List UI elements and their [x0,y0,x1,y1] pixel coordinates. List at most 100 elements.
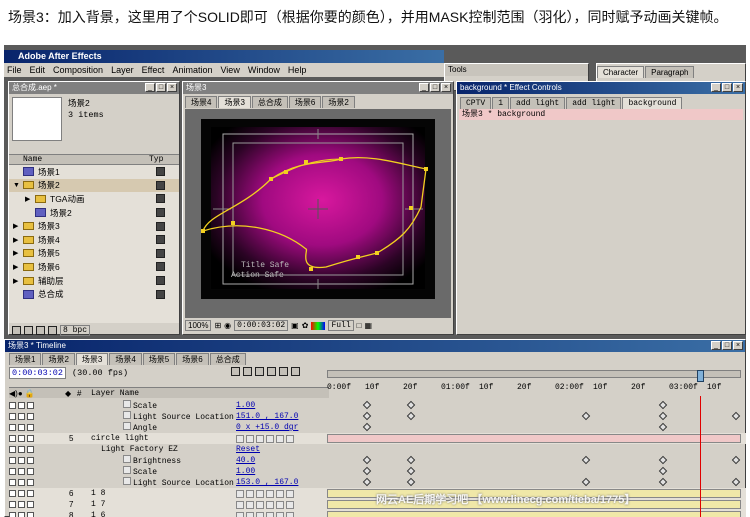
lock-icon[interactable] [27,457,34,464]
video-switch-icon[interactable] [18,479,25,486]
expand-icon[interactable]: ▶ [13,249,21,257]
expand-icon[interactable]: ▶ [13,222,21,230]
motion-blur-icon[interactable] [291,367,300,376]
layer-name[interactable]: Scale [91,466,236,477]
project-item[interactable]: ▶ TGA动画 [9,192,179,206]
project-item[interactable]: ▶ 场景3 [9,219,179,233]
timeline-property-row[interactable]: Scale 1.00 [9,466,746,477]
timeline-property-row[interactable]: Scale 1.00 [9,400,746,411]
keyframe-nav-icon[interactable] [9,512,16,517]
timeline-tab-3[interactable]: 场景4 [109,353,142,365]
close-icon[interactable]: × [733,341,743,350]
comp-marker-icon[interactable] [231,367,240,376]
video-switch-icon[interactable] [18,501,25,508]
av-switches[interactable] [9,479,69,486]
layer-name[interactable]: 1 8 [91,489,236,498]
lock-icon[interactable] [27,501,34,508]
property-value[interactable]: 153.0 , 167.0 [236,478,298,487]
menu-view[interactable]: View [220,63,239,77]
lock-icon[interactable] [27,512,34,517]
stopwatch-icon[interactable] [123,477,131,485]
comp-tab-4[interactable]: 场景2 [322,96,355,108]
av-switches[interactable] [9,446,69,453]
label-color-icon[interactable] [156,194,165,204]
layer-name[interactable]: 1 7 [91,500,236,509]
switch-icon[interactable] [276,500,284,509]
layer-name[interactable]: Angle [91,422,236,433]
switch-icon[interactable] [246,500,254,509]
switch-icon[interactable] [256,500,264,509]
av-switches[interactable] [9,402,69,409]
keyframe-nav-icon[interactable] [9,490,16,497]
switch-icon[interactable] [276,434,284,443]
switch-icon[interactable] [236,434,244,443]
av-switches[interactable] [9,413,69,420]
switch-icon[interactable] [286,500,294,509]
project-item[interactable]: 总合成 [9,287,179,301]
transparency-icon[interactable]: ▦ [364,321,372,330]
effect-layer-row[interactable]: 场景3 * background [459,109,743,120]
shy-icon[interactable] [267,367,276,376]
video-switch-icon[interactable] [18,435,25,442]
menu-window[interactable]: Window [248,63,280,77]
av-switches[interactable] [9,468,69,475]
comp-tab-2[interactable]: 总合成 [251,96,288,108]
video-switch-icon[interactable] [18,446,25,453]
minimize-icon[interactable]: _ [145,83,155,92]
menu-composition[interactable]: Composition [53,63,103,77]
col-layer-name[interactable]: Layer Name [91,389,139,398]
switches[interactable] [236,511,326,517]
video-switch-icon[interactable] [18,457,25,464]
region-icon[interactable]: □ [357,321,362,330]
col-type[interactable]: Typ [149,155,163,164]
switch-icon[interactable] [246,489,254,498]
channel-icon[interactable]: ✿ [302,321,309,330]
current-time-indicator[interactable] [697,370,704,382]
lock-icon[interactable] [27,435,34,442]
switch-icon[interactable] [266,434,274,443]
layer-name[interactable]: circle light [91,434,236,443]
project-item[interactable]: 场景1 [9,165,179,179]
keyframe-nav-icon[interactable] [9,501,16,508]
keyframe-nav-icon[interactable] [9,435,16,442]
menu-animation[interactable]: Animation [172,63,212,77]
timeline-property-row[interactable]: Angle 0 x +15.0 dgr [9,422,746,433]
maximize-icon[interactable]: □ [430,83,440,92]
video-switch-icon[interactable] [18,402,25,409]
minimize-icon[interactable]: _ [711,83,721,92]
layer-name[interactable]: Brightness [91,455,236,466]
expand-icon[interactable]: ▶ [13,277,21,285]
switch-icon[interactable] [246,511,254,517]
switches[interactable] [236,434,326,443]
switches[interactable] [236,500,326,509]
video-switch-icon[interactable] [18,512,25,517]
switches[interactable] [236,489,326,498]
timeline-property-row[interactable]: Brightness 40.0 [9,455,746,466]
label-color-icon[interactable] [156,276,165,286]
switch-icon[interactable] [276,511,284,517]
video-switch-icon[interactable] [18,490,25,497]
video-switch-icon[interactable] [18,468,25,475]
switches[interactable]: 40.0 [236,456,326,465]
property-value[interactable]: 40.0 [236,456,255,465]
property-value[interactable]: Reset [236,445,260,454]
label-color-icon[interactable] [156,248,165,258]
property-value[interactable]: 1.00 [236,467,255,476]
av-switches[interactable] [9,501,69,508]
video-switch-icon[interactable] [18,424,25,431]
maximize-icon[interactable]: □ [722,341,732,350]
project-item[interactable]: ▶ 辅助层 [9,274,179,288]
bpc-button[interactable]: 8 bpc [60,325,91,336]
switches[interactable]: 153.0 , 167.0 [236,478,326,487]
resolution-menu[interactable]: Full [328,320,354,331]
keyframe-nav-icon[interactable] [9,479,16,486]
character-tab-0[interactable]: Character [597,66,645,78]
character-tab-1[interactable]: Paragraph [645,66,695,78]
minimize-icon[interactable]: _ [419,83,429,92]
switch-icon[interactable] [236,500,244,509]
effect-tab-4[interactable]: background [622,97,683,109]
switches[interactable]: 1.00 [236,467,326,476]
lock-icon[interactable] [27,468,34,475]
layer-name[interactable]: Light Source Location [91,411,236,422]
av-switches[interactable] [9,424,69,431]
